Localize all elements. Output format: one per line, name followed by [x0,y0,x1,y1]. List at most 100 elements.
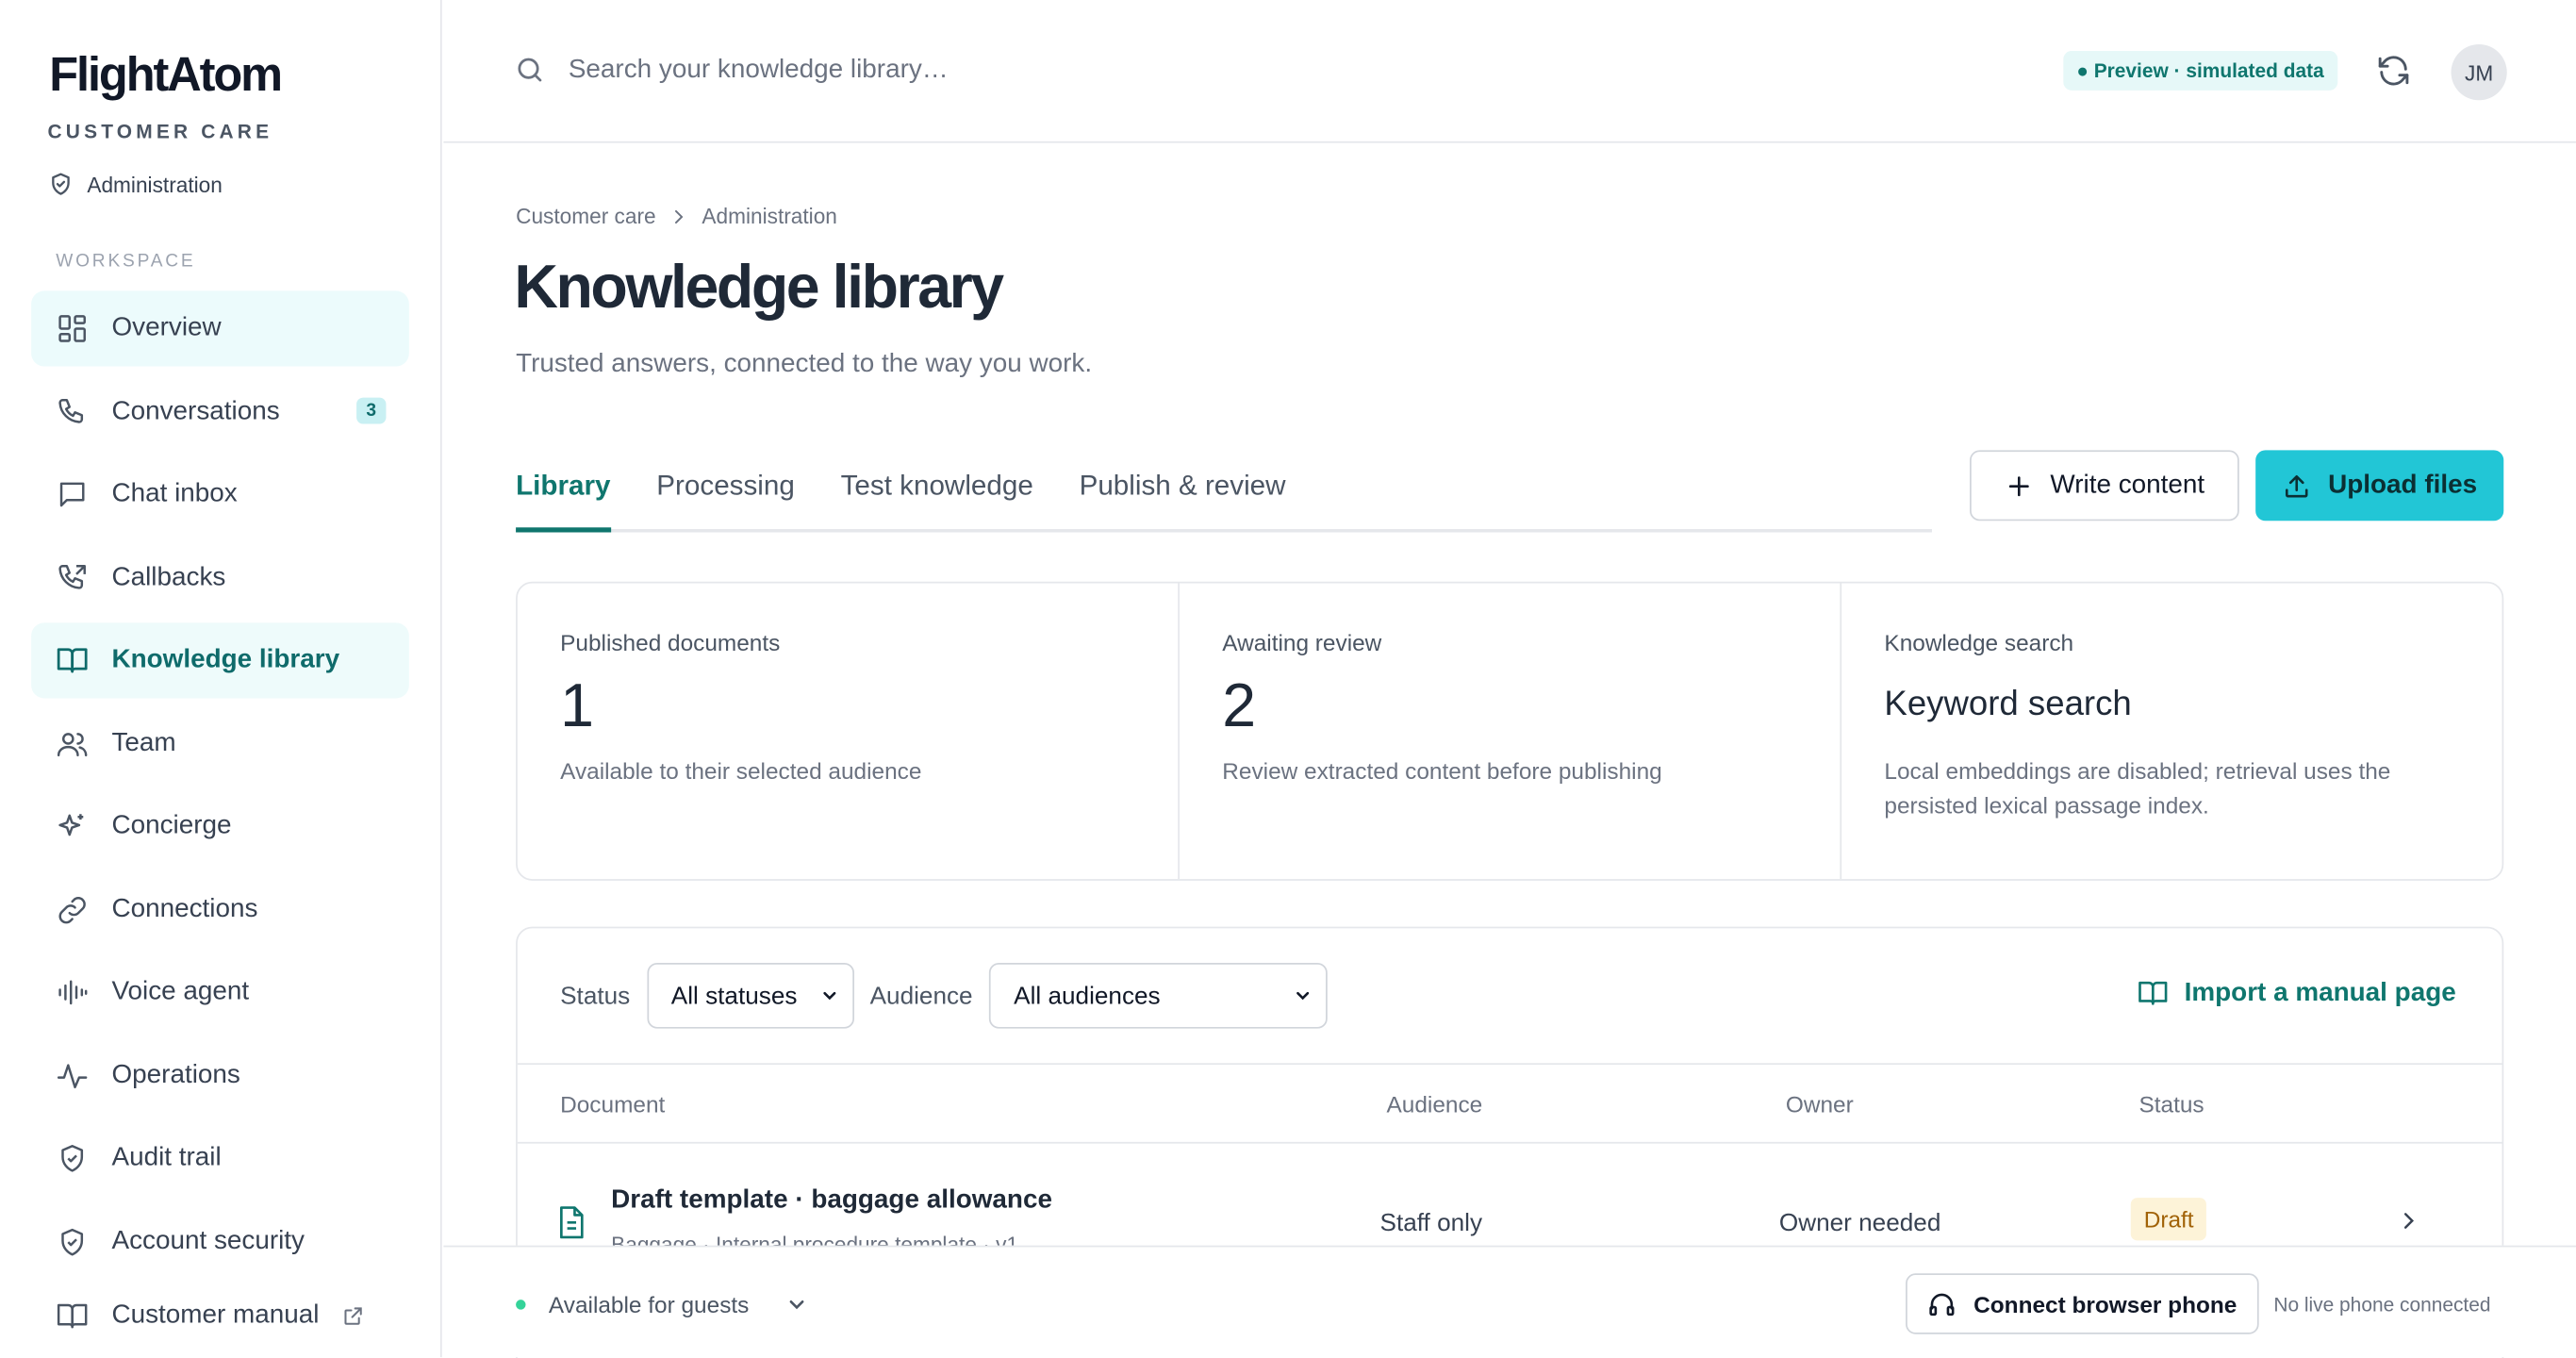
sidebar-item-conversations[interactable]: Conversations 3 [31,373,409,449]
sidebar-item-label: Knowledge library [111,645,340,674]
grid-icon [58,315,86,342]
stat-note: Review extracted content before publishi… [1222,757,1662,785]
document-icon [560,1206,584,1239]
sidebar-item-team[interactable]: Team [31,705,409,781]
tab-test-knowledge[interactable]: Test knowledge [841,447,1033,529]
app-root: FlightAtom CUSTOMER CARE Administration … [0,0,2576,1358]
book-icon [57,1303,88,1329]
conversations-count-badge: 3 [355,396,387,423]
phone-status: No live phone connected [2273,1293,2491,1317]
stat-value: 2 [1222,671,1257,740]
document-owner: Owner needed [1778,1209,1941,1237]
waveform-icon [58,980,88,1005]
breadcrumb: Customer care Administration [516,204,837,228]
import-label: Import a manual page [2184,978,2456,1007]
column-header-audience: Audience [1386,1090,1483,1118]
write-content-button[interactable]: Write content [1970,450,2239,522]
stat-label: Awaiting review [1222,629,1382,656]
upload-files-button[interactable]: Upload files [2255,450,2504,522]
chevron-right-icon [675,209,684,224]
sidebar-item-label: Account security [111,1226,305,1255]
status-select[interactable]: All statuses [646,962,854,1029]
stat-value: 1 [560,671,594,740]
role-indicator: Administration [48,171,223,197]
plus-icon [2008,475,2029,496]
document-title[interactable]: Draft template · baggage allowance [611,1186,1052,1216]
sparkles-icon [58,814,84,836]
preview-badge: ● Preview · simulated data [2063,51,2337,91]
sidebar-item-overview[interactable]: Overview [31,290,409,367]
page-title: Knowledge library [514,253,1004,321]
sidebar-item-label: Overview [111,313,222,342]
stat-value: Keyword search [1884,685,2132,723]
status-select-value: All statuses [670,982,798,1010]
sidebar-item-label: Conversations [111,396,280,425]
sidebar-item-audit-trail[interactable]: Audit trail [31,1120,409,1196]
sidebar-item-label: Callbacks [111,562,226,591]
refresh-icon[interactable] [2375,53,2411,89]
sidebar-item-label: Operations [111,1060,240,1089]
link-icon [58,896,86,923]
sidebar-item-callbacks[interactable]: Callbacks [31,539,409,615]
chat-icon [59,482,85,507]
shield-check-icon [61,1228,84,1255]
sidebar-item-label: Audit trail [111,1143,222,1172]
status-dot [516,1300,526,1310]
stat-label: Knowledge search [1884,629,2074,656]
sidebar-item-voice-agent[interactable]: Voice agent [31,954,409,1030]
stat-published: Published documents 1 Available to their… [518,583,1180,880]
breadcrumb-item[interactable]: Administration [702,204,837,228]
shield-check-icon [52,173,70,195]
headset-icon [1929,1292,1956,1316]
main-content: Customer care Administration Knowledge l… [443,144,2576,1358]
stat-awaiting-review: Awaiting review 2 Review extracted conte… [1180,583,1842,880]
stat-note: Local embeddings are disabled; retrieval… [1884,757,2391,819]
column-header-status: Status [2138,1090,2204,1118]
chevron-down-icon [789,1300,804,1310]
document-audience: Staff only [1379,1209,1483,1237]
search-input[interactable]: Search your knowledge library… [569,55,949,84]
tab-processing[interactable]: Processing [656,447,795,529]
sidebar-item-label: Connections [111,894,258,923]
chevron-right-icon[interactable] [2397,1209,2419,1232]
sidebar-item-label: Team [111,728,176,757]
user-avatar[interactable]: JM [2451,44,2507,101]
stat-label: Published documents [560,629,781,656]
write-content-label: Write content [2050,471,2205,499]
brand-subtitle: CUSTOMER CARE [47,120,273,143]
sidebar-item-operations[interactable]: Operations [31,1037,409,1113]
upload-files-label: Upload files [2328,471,2478,499]
stat-knowledge-search: Knowledge search Keyword search Local em… [1841,584,2502,880]
stats-panel: Published documents 1 Available to their… [516,581,2504,881]
breadcrumb-item[interactable]: Customer care [516,204,656,228]
brand-logo[interactable]: FlightAtom [49,49,283,103]
column-header-document: Document [560,1090,666,1118]
activity-icon [57,1063,88,1088]
sidebar-item-concierge[interactable]: Concierge [31,788,409,864]
sidebar-item-account-security[interactable]: Account security [31,1203,409,1279]
availability-label: Available for guests [548,1291,750,1318]
search-icon [518,58,542,82]
sidebar: FlightAtom CUSTOMER CARE Administration … [0,0,442,1358]
status-badge: Draft [2130,1198,2207,1241]
sidebar-item-chat-inbox[interactable]: Chat inbox [31,456,409,532]
audience-filter-label: Audience [869,982,973,1010]
sidebar-item-label: Chat inbox [111,479,238,508]
availability-toggle[interactable]: Available for guests [516,1291,808,1317]
tab-library[interactable]: Library [516,447,611,533]
sidebar-item-knowledge-library[interactable]: Knowledge library [31,622,409,699]
sidebar-item-customer-manual[interactable]: Customer manual [31,1279,409,1354]
import-manual-page-link[interactable]: Import a manual page [2137,978,2456,1009]
audience-select[interactable]: All audiences [989,962,1328,1029]
phone-callback-icon [58,564,86,588]
tab-publish-review[interactable]: Publish & review [1080,447,1286,529]
connect-browser-phone-button[interactable]: Connect browser phone [1906,1273,2259,1334]
book-icon [2138,981,2167,1005]
book-icon [57,648,88,673]
sidebar-item-connections[interactable]: Connections [31,871,409,947]
global-search[interactable]: Search your knowledge library… [514,54,949,85]
table-header: Document Audience Owner Status [517,1065,2502,1144]
workspace-section-label: WORKSPACE [56,251,196,272]
column-header-owner: Owner [1785,1090,1854,1118]
connect-phone-label: Connect browser phone [1973,1290,2237,1317]
